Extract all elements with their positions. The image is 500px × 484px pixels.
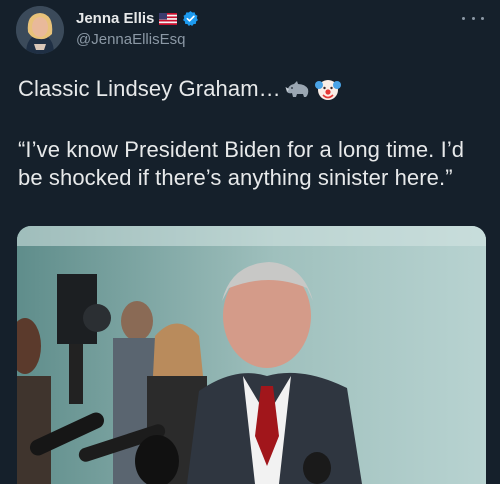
tweet-text-line1: Classic Lindsey Graham… — [18, 75, 488, 102]
news-photo — [17, 226, 486, 484]
handle[interactable]: @JennaEllisEsq — [76, 31, 456, 48]
avatar-image — [16, 6, 64, 54]
rhino-emoji-icon — [285, 76, 311, 102]
verified-badge-icon — [182, 10, 199, 27]
us-flag-icon — [159, 12, 178, 25]
tweet-text-intro: Classic Lindsey Graham… — [18, 76, 281, 101]
tweet-header: Jenna Ellis @JennaEllisEsq — [76, 8, 456, 48]
clown-emoji-icon — [314, 76, 341, 102]
more-horizontal-icon[interactable] — [462, 10, 484, 26]
tweet: Jenna Ellis @JennaEllisEsq Classic Linds… — [0, 0, 500, 484]
tweet-media-image[interactable] — [17, 226, 486, 484]
tweet-quote: “I’ve know President Biden for a long ti… — [18, 137, 465, 190]
avatar[interactable] — [16, 6, 64, 54]
display-name[interactable]: Jenna Ellis — [76, 10, 154, 27]
